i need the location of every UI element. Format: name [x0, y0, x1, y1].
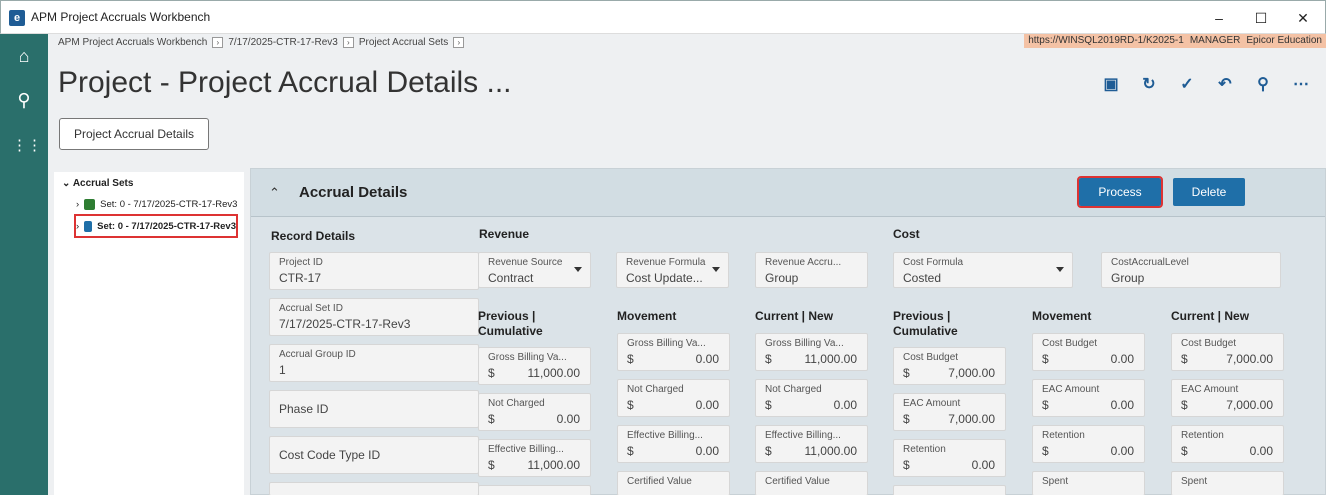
revenue-cur-not-charged[interactable]: Not Charged $ 0.00 [755, 379, 868, 417]
window-titlebar: e APM Project Accruals Workbench – ☐ ✕ [0, 0, 1326, 34]
revenue-move-not-charged[interactable]: Not Charged $ 0.00 [617, 379, 730, 417]
search-icon[interactable]: ⚲ [1252, 74, 1274, 96]
revenue-movement-heading: Movement [617, 309, 677, 323]
cost-move-retention[interactable]: Retention $ 0.00 [1032, 425, 1145, 463]
breadcrumb-item[interactable]: 7/17/2025-CTR-17-Rev3 [228, 37, 338, 48]
revenue-heading: Revenue [479, 227, 530, 241]
chevron-right-icon[interactable]: › [76, 221, 79, 232]
revenue-prev-heading: Previous | Cumulative [478, 309, 543, 338]
cost-formula-dropdown[interactable]: Cost Formula Costed [893, 252, 1073, 288]
cost-move-eac-amount[interactable]: EAC Amount $ 0.00 [1032, 379, 1145, 417]
chevron-right-icon[interactable]: › [453, 37, 465, 48]
record-field[interactable] [269, 482, 479, 495]
panel-title: Accrual Details [299, 184, 408, 201]
user-name: MANAGER [1189, 35, 1241, 46]
cost-heading: Cost [893, 227, 920, 241]
cost-prev-cost-budget[interactable]: Cost Budget $ 7,000.00 [893, 347, 1006, 385]
maximize-button[interactable]: ☐ [1249, 7, 1273, 29]
accrual-group-id-field[interactable]: Accrual Group ID 1 [269, 344, 479, 382]
cost-movement-heading: Movement [1032, 309, 1092, 323]
chevron-right-icon[interactable]: › [76, 199, 79, 210]
revenue-prev-effective-billing[interactable]: Effective Billing... $ 11,000.00 [478, 439, 591, 477]
accrual-set-id-field[interactable]: Accrual Set ID 7/17/2025-CTR-17-Rev3 [269, 298, 479, 336]
company-name: Epicor Education [1246, 35, 1322, 46]
revenue-move-effective-billing[interactable]: Effective Billing... $ 0.00 [617, 425, 730, 463]
cost-prev-eac-amount[interactable]: EAC Amount $ 7,000.00 [893, 393, 1006, 431]
project-accrual-details-button[interactable]: Project Accrual Details [59, 118, 210, 150]
cost-prev-heading: Previous | Cumulative [893, 309, 958, 338]
window-title: APM Project Accruals Workbench [31, 10, 211, 24]
cost-cur-retention[interactable]: Retention $ 0.00 [1171, 425, 1284, 463]
chevron-right-icon[interactable]: › [212, 37, 224, 48]
cost-current-heading: Current | New [1171, 309, 1250, 323]
cost-cur-cost-budget[interactable]: Cost Budget $ 7,000.00 [1171, 333, 1284, 371]
accrual-sets-tree: ⌄ Accrual Sets › Set: 0 - 7/17/2025-CTR-… [54, 172, 244, 495]
cost-move-spent[interactable]: Spent [1032, 471, 1145, 495]
revenue-current-heading: Current | New [755, 309, 834, 323]
revenue-cur-gross-billing[interactable]: Gross Billing Va... $ 11,000.00 [755, 333, 868, 371]
cost-accrual-level-field[interactable]: CostAccrualLevel Group [1101, 252, 1281, 288]
revenue-cur-effective-billing[interactable]: Effective Billing... $ 11,000.00 [755, 425, 868, 463]
breadcrumb: APM Project Accruals Workbench › 7/17/20… [58, 37, 465, 48]
cost-code-type-id-field[interactable]: Cost Code Type ID [269, 436, 479, 474]
tree-item-selected[interactable]: › Set: 0 - 7/17/2025-CTR-17-Rev3 [74, 214, 238, 238]
cost-move-cost-budget[interactable]: Cost Budget $ 0.00 [1032, 333, 1145, 371]
tree-item[interactable]: › Set: 0 - 7/17/2025-CTR-17-Rev3 [76, 194, 244, 214]
home-icon[interactable]: ⌂ [12, 44, 36, 68]
side-navigation: ⌂ ⚲ ⋮⋮ [0, 34, 48, 495]
dropdown-arrow-icon[interactable] [712, 267, 720, 272]
app-logo-icon: e [9, 10, 25, 26]
clear-icon[interactable]: ✓ [1176, 74, 1198, 96]
project-id-field[interactable]: Project ID CTR-17 [269, 252, 479, 290]
apps-icon[interactable]: ⋮⋮ [12, 134, 42, 158]
more-icon[interactable]: ⋯ [1290, 74, 1312, 96]
connection-info: https://WINSQL2019RD-1/K2025-1 MANAGER E… [1024, 34, 1326, 48]
save-icon[interactable]: ▣ [1100, 74, 1122, 96]
cost-prev-field[interactable] [893, 485, 1006, 495]
dropdown-arrow-icon[interactable] [574, 267, 582, 272]
revenue-prev-not-charged[interactable]: Not Charged $ 0.00 [478, 393, 591, 431]
toolbar: ▣ ↻ ✓ ↶ ⚲ ⋯ [1100, 74, 1312, 96]
revenue-cur-certified-value[interactable]: Certified Value [755, 471, 868, 495]
main-area: APM Project Accruals Workbench › 7/17/20… [48, 34, 1326, 495]
panel-header: ⌃ Accrual Details Process Delete [251, 169, 1325, 217]
chevron-right-icon[interactable]: › [342, 37, 354, 48]
breadcrumb-item[interactable]: APM Project Accruals Workbench [58, 37, 207, 48]
close-button[interactable]: ✕ [1291, 7, 1315, 29]
revenue-formula-dropdown[interactable]: Revenue Formula Cost Update... [616, 252, 729, 288]
server-url: https://WINSQL2019RD-1/K2025-1 [1028, 35, 1184, 46]
page-title: Project - Project Accrual Details ... [58, 66, 512, 99]
revenue-source-dropdown[interactable]: Revenue Source Contract [478, 252, 591, 288]
cost-prev-retention[interactable]: Retention $ 0.00 [893, 439, 1006, 477]
undo-icon[interactable]: ↶ [1214, 74, 1236, 96]
revenue-move-gross-billing[interactable]: Gross Billing Va... $ 0.00 [617, 333, 730, 371]
search-icon[interactable]: ⚲ [12, 88, 36, 112]
process-button[interactable]: Process [1077, 176, 1163, 208]
minimize-button[interactable]: – [1207, 7, 1231, 29]
revenue-accrual-field[interactable]: Revenue Accru... Group [755, 252, 868, 288]
breadcrumb-item[interactable]: Project Accrual Sets [359, 37, 448, 48]
cost-cur-eac-amount[interactable]: EAC Amount $ 7,000.00 [1171, 379, 1284, 417]
cost-cur-spent[interactable]: Spent [1171, 471, 1284, 495]
chevron-up-icon[interactable]: ⌃ [269, 185, 280, 201]
tree-root[interactable]: ⌄ Accrual Sets [62, 178, 133, 189]
refresh-icon[interactable]: ↻ [1138, 74, 1160, 96]
revenue-prev-field[interactable] [478, 485, 591, 495]
record-details-heading: Record Details [271, 229, 356, 243]
dropdown-arrow-icon[interactable] [1056, 267, 1064, 272]
delete-button[interactable]: Delete [1173, 178, 1245, 206]
revenue-prev-gross-billing[interactable]: Gross Billing Va... $ 11,000.00 [478, 347, 591, 385]
chevron-down-icon[interactable]: ⌄ [62, 178, 70, 189]
set-icon [84, 198, 96, 210]
set-icon [84, 220, 93, 232]
phase-id-field[interactable]: Phase ID [269, 390, 479, 428]
revenue-move-certified-value[interactable]: Certified Value [617, 471, 730, 495]
accrual-details-panel: ⌃ Accrual Details Process Delete Record … [250, 168, 1326, 495]
